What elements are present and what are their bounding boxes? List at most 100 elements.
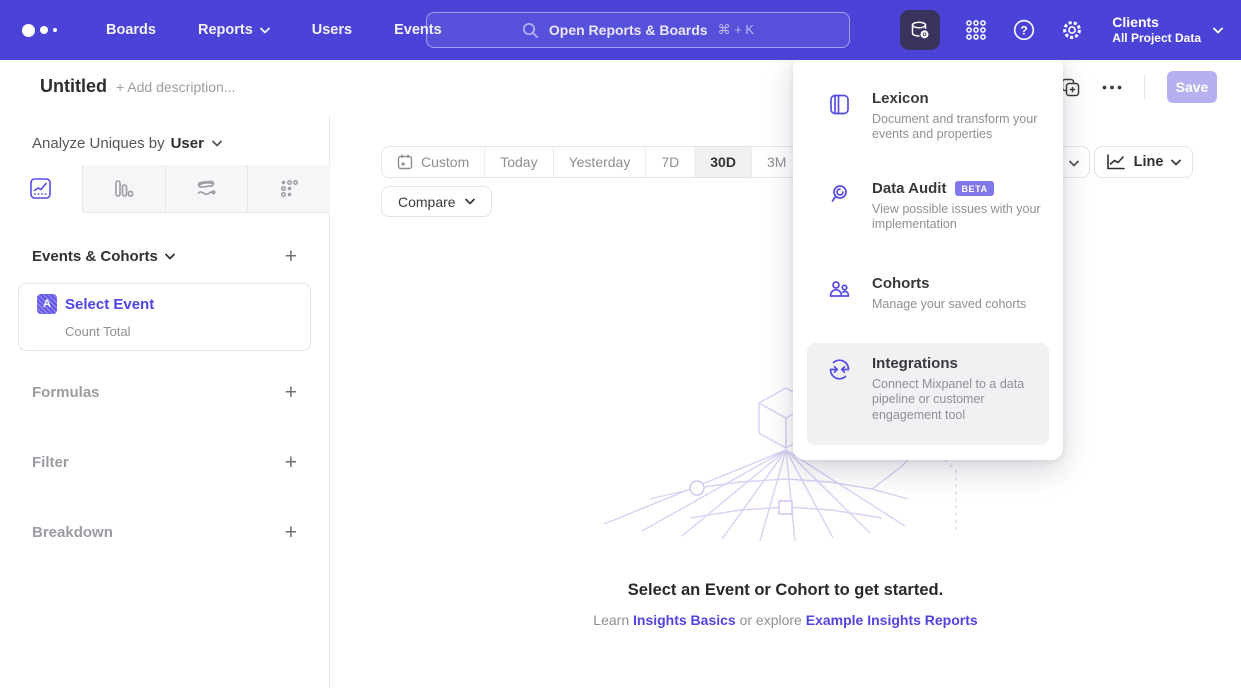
analyze-selected-value[interactable]: User: [171, 135, 204, 152]
tab-metric-dots[interactable]: [248, 165, 330, 213]
help-icon: ?: [1012, 18, 1036, 42]
project-scope: All Project Data: [1112, 31, 1201, 46]
nav-item-boards[interactable]: Boards: [106, 22, 156, 38]
menu-item-data-audit[interactable]: Data Audit BETA View possible issues with…: [807, 168, 1049, 245]
count-total-label[interactable]: Count Total: [65, 324, 131, 339]
beta-badge: BETA: [955, 181, 993, 196]
events-cohorts-header: Events & Cohorts +: [32, 246, 297, 267]
menu-item-lexicon[interactable]: Lexicon Document and transform your even…: [807, 78, 1049, 155]
menu-item-cohorts[interactable]: Cohorts Manage your saved cohorts: [807, 263, 1049, 324]
menu-item-integrations[interactable]: Integrations Connect Mixpanel to a data …: [807, 343, 1049, 445]
range-label: 7D: [661, 154, 679, 170]
chevron-down-icon: [1213, 27, 1223, 34]
nav-item-users[interactable]: Users: [312, 22, 352, 38]
date-range-control: Custom Today Yesterday 7D 30D 3M 6M: [381, 146, 853, 178]
chevron-down-icon: [260, 27, 270, 34]
duplicate-icon: [1061, 78, 1080, 97]
learn-prefix: Learn: [593, 612, 633, 628]
chevron-down-icon[interactable]: [212, 140, 222, 147]
add-formula-button[interactable]: +: [285, 382, 297, 403]
chevron-down-icon: [1171, 159, 1181, 166]
line-chart-icon: [1106, 153, 1126, 171]
chevron-down-icon: [465, 198, 475, 205]
compare-dropdown[interactable]: Compare: [381, 186, 492, 217]
help-button[interactable]: ?: [1012, 18, 1036, 42]
empty-state-links: Learn Insights Basics or explore Example…: [330, 612, 1241, 628]
nav-right-controls: ? Clients All Project Data: [900, 0, 1223, 60]
chevron-down-icon: [1069, 160, 1079, 167]
nav-item-reports[interactable]: Reports: [198, 22, 270, 38]
range-label: Custom: [421, 154, 469, 170]
data-audit-icon: [827, 180, 853, 233]
nav-items: Boards Reports Users Events: [106, 22, 442, 38]
breakdown-section: Breakdown +: [32, 522, 297, 543]
menu-item-title: Data Audit: [872, 180, 946, 197]
nav-item-label: Users: [312, 22, 352, 38]
save-button[interactable]: Save: [1167, 71, 1217, 103]
tab-bar-chart[interactable]: [83, 165, 166, 213]
select-event-label[interactable]: Select Event: [65, 296, 154, 313]
event-letter-badge: A: [37, 294, 57, 314]
apps-grid-icon: [964, 18, 988, 42]
header-actions: Save: [1061, 71, 1217, 103]
date-range-custom[interactable]: Custom: [382, 147, 485, 177]
example-insights-reports-link[interactable]: Example Insights Reports: [806, 612, 978, 628]
formulas-label: Formulas: [32, 384, 100, 401]
formulas-section: Formulas +: [32, 382, 297, 403]
search-input[interactable]: Open Reports & Boards ⌘ + K: [426, 12, 850, 48]
tab-flow[interactable]: [166, 165, 249, 213]
flow-tab-icon: [194, 177, 218, 201]
chart-type-label: Line: [1134, 154, 1164, 170]
menu-item-description: Document and transform your events and p…: [872, 112, 1044, 143]
data-management-button[interactable]: [900, 10, 940, 50]
menu-item-title: Lexicon: [872, 90, 929, 107]
tab-line-chart[interactable]: [0, 165, 83, 213]
chart-type-dropdown[interactable]: Line: [1094, 146, 1193, 178]
menu-item-title: Cohorts: [872, 275, 930, 292]
range-label: Today: [500, 154, 537, 170]
search-icon: [522, 22, 539, 39]
mixpanel-logo[interactable]: [22, 24, 72, 37]
more-options-button[interactable]: [1102, 85, 1122, 90]
date-range-7d[interactable]: 7D: [646, 147, 695, 177]
settings-gear-icon: [1060, 18, 1084, 42]
filter-label: Filter: [32, 454, 69, 471]
add-breakdown-button[interactable]: +: [285, 522, 297, 543]
menu-item-description: Manage your saved cohorts: [872, 297, 1044, 312]
chart-type-tabbar: [0, 165, 330, 213]
analyze-uniques-row: Analyze Uniques by User: [32, 135, 222, 152]
query-builder-sidebar: Analyze Uniques by User: [0, 115, 330, 688]
date-range-yesterday[interactable]: Yesterday: [554, 147, 647, 177]
data-management-icon: [909, 19, 931, 41]
cohorts-icon: [827, 275, 853, 312]
apps-grid-button[interactable]: [964, 18, 988, 42]
date-range-30d[interactable]: 30D: [695, 147, 752, 177]
filter-section: Filter +: [32, 452, 297, 473]
events-cohorts-label[interactable]: Events & Cohorts: [32, 248, 175, 265]
date-range-today[interactable]: Today: [485, 147, 553, 177]
menu-item-description: View possible issues with your implement…: [872, 202, 1044, 233]
add-description-field[interactable]: + Add description...: [116, 79, 235, 95]
metric-dots-tab-icon: [278, 177, 301, 200]
or-explore-text: or explore: [736, 612, 806, 628]
nav-item-label: Boards: [106, 22, 156, 38]
calendar-icon: [397, 154, 413, 170]
report-title[interactable]: Untitled: [40, 76, 107, 97]
data-management-dropdown-panel: Lexicon Document and transform your even…: [793, 54, 1063, 460]
add-filter-button[interactable]: +: [285, 452, 297, 473]
empty-state-heading: Select an Event or Cohort to get started…: [330, 581, 1241, 600]
duplicate-button[interactable]: [1061, 78, 1080, 97]
compare-label: Compare: [398, 194, 456, 210]
settings-button[interactable]: [1060, 18, 1084, 42]
line-chart-tab-icon: [29, 177, 52, 200]
project-selector[interactable]: Clients All Project Data: [1112, 14, 1223, 47]
range-label: 30D: [710, 154, 736, 170]
chevron-down-icon: [165, 253, 175, 260]
menu-item-title: Integrations: [872, 355, 958, 372]
ellipsis-icon: [1102, 85, 1122, 90]
add-event-button[interactable]: +: [285, 246, 297, 267]
lexicon-icon: [827, 90, 853, 143]
insights-basics-link[interactable]: Insights Basics: [633, 612, 736, 628]
event-card[interactable]: A Select Event Count Total: [18, 283, 311, 351]
analyze-prefix: Analyze Uniques by: [32, 135, 165, 152]
